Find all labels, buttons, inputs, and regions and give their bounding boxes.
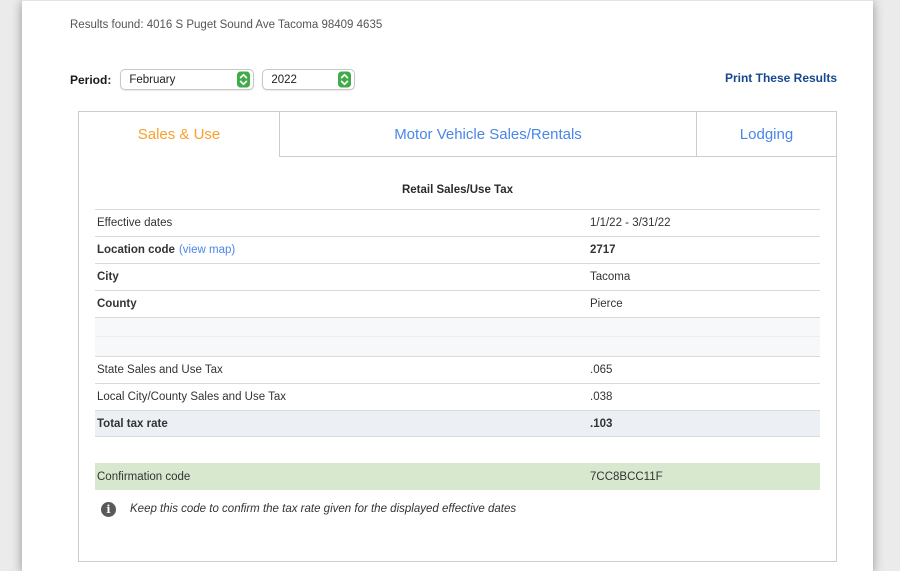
confirmation-label: Confirmation code <box>95 471 190 483</box>
period-label: Period: <box>70 73 111 87</box>
info-icon: i <box>101 502 116 517</box>
row-label: County <box>95 298 137 310</box>
tab-sales-and-use[interactable]: Sales & Use <box>79 112 279 157</box>
confirmation-value: 7CC8BCC11F <box>590 471 663 483</box>
tax-results-panel: Sales & Use Motor Vehicle Sales/Rentals … <box>78 111 837 562</box>
table-row-effective-dates: Effective dates 1/1/22 - 3/31/22 <box>95 209 820 236</box>
period-month-value: February <box>129 74 175 86</box>
row-label: Location code(view map) <box>95 244 235 256</box>
table-row-local-sales-tax: Local City/County Sales and Use Tax .038 <box>95 383 820 410</box>
row-value: 1/1/22 - 3/31/22 <box>590 217 671 229</box>
results-found-text: Results found: 4016 S Puget Sound Ave Ta… <box>70 19 382 31</box>
row-value: Pierce <box>590 298 623 310</box>
period-month-select[interactable]: February <box>120 69 254 90</box>
row-value: 2717 <box>590 244 616 256</box>
confirmation-note: i Keep this code to confirm the tax rate… <box>95 499 820 519</box>
stepper-icon <box>338 71 351 88</box>
tab-lodging[interactable]: Lodging <box>696 112 836 157</box>
table-row-city: City Tacoma <box>95 263 820 290</box>
row-label: City <box>95 271 119 283</box>
browser-page: Results found: 4016 S Puget Sound Ave Ta… <box>22 0 873 571</box>
period-year-select[interactable]: 2022 <box>262 69 355 90</box>
tax-rate-table: Effective dates 1/1/22 - 3/31/22 Locatio… <box>95 209 820 519</box>
row-value: Tacoma <box>590 271 630 283</box>
row-label: Effective dates <box>95 217 172 229</box>
note-text: Keep this code to confirm the tax rate g… <box>130 503 516 515</box>
row-value: .065 <box>590 364 612 376</box>
table-row-state-sales-tax: State Sales and Use Tax .065 <box>95 356 820 383</box>
period-controls: Period: February 2022 <box>70 68 355 91</box>
empty-row <box>95 318 820 337</box>
view-map-link[interactable]: (view map) <box>179 244 235 256</box>
empty-row <box>95 337 820 356</box>
stepper-icon <box>237 71 250 88</box>
print-these-results-link[interactable]: Print These Results <box>725 71 837 85</box>
row-label: Local City/County Sales and Use Tax <box>95 391 286 403</box>
row-value: .038 <box>590 391 612 403</box>
table-row-county: County Pierce <box>95 290 820 317</box>
table-row-location-code: Location code(view map) 2717 <box>95 236 820 263</box>
tab-motor-vehicle-sales-rentals[interactable]: Motor Vehicle Sales/Rentals <box>279 112 696 157</box>
table-row-total-tax-rate: Total tax rate .103 <box>95 410 820 437</box>
empty-spacer-rows <box>95 317 820 356</box>
row-value: .103 <box>590 418 612 430</box>
confirmation-code-row: Confirmation code 7CC8BCC11F <box>95 463 820 490</box>
table-title: Retail Sales/Use Tax <box>96 184 819 196</box>
period-year-value: 2022 <box>271 74 297 86</box>
tab-bar: Sales & Use Motor Vehicle Sales/Rentals … <box>79 112 836 157</box>
row-label: State Sales and Use Tax <box>95 364 223 376</box>
row-label: Total tax rate <box>95 418 168 430</box>
